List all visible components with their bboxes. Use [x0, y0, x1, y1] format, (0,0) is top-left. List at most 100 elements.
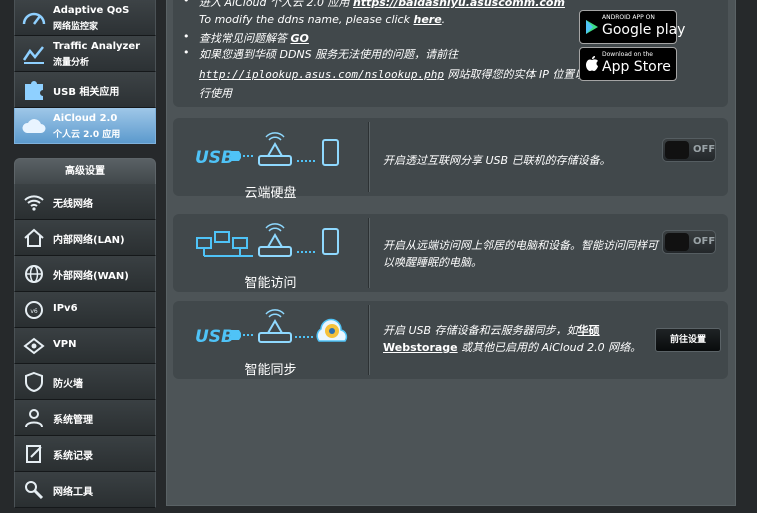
- info-line-1: 进入 AiCloud 个人云 2.0 应用 https://baidashiyu…: [199, 0, 565, 10]
- iplookup-link[interactable]: http://iplookup.asus.com/nslookup.php: [199, 68, 444, 81]
- menu-item-title: Adaptive QoS: [53, 5, 130, 16]
- info-line-3: 查找常见问题解答 GO: [199, 30, 309, 46]
- faq-go-link[interactable]: GO: [291, 32, 309, 45]
- store-small-text: Download on the: [602, 51, 653, 58]
- menu-item-subtitle: 个人云 2.0 应用: [53, 130, 121, 140]
- store-small-text: ANDROID APP ON: [602, 14, 655, 21]
- toggle-knob: [665, 233, 689, 251]
- menu-item-label: 外部网络(WAN): [53, 271, 129, 282]
- home-icon: [24, 228, 44, 247]
- log-icon: [26, 445, 42, 463]
- bullet: •: [183, 46, 190, 59]
- webstorage-link[interactable]: Webstorage: [383, 341, 458, 354]
- top-menu: Adaptive QoS 网络监控家 Traffic Analyzer 流量分析…: [14, 0, 156, 144]
- divider: [368, 122, 370, 192]
- here-link[interactable]: here: [413, 13, 441, 26]
- wifi-icon: [24, 195, 44, 211]
- menu-item-network-tools[interactable]: 网络工具: [14, 472, 156, 508]
- menu-item-label: 系统管理: [53, 415, 93, 426]
- shield-icon: [25, 371, 43, 393]
- description-line: 以唤醒睡眠的电脑。: [383, 256, 482, 269]
- app-store-button[interactable]: Download on the App Store: [579, 47, 677, 81]
- menu-item-label: 防火墙: [53, 379, 83, 390]
- toggle-label: OFF: [693, 144, 716, 155]
- feature-name: 云端硬盘: [244, 186, 297, 201]
- google-play-button[interactable]: ANDROID APP ON Google play: [579, 10, 685, 44]
- menu-item-title: AiCloud 2.0: [53, 113, 118, 124]
- google-play-icon: [586, 20, 598, 34]
- description-line: 开启 USB 存储设备和云服务器同步，如华硕: [383, 322, 641, 339]
- menu-item-label: 无线网络: [53, 199, 93, 210]
- apple-icon: [586, 56, 598, 71]
- menu-item-usb-apps[interactable]: USB 相关应用: [14, 72, 156, 108]
- main-panel: • 进入 AiCloud 个人云 2.0 应用 https://baidashi…: [166, 0, 736, 506]
- menu-item-vpn[interactable]: VPN: [14, 328, 156, 364]
- sidebar: Adaptive QoS 网络监控家 Traffic Analyzer 流量分析…: [14, 0, 156, 513]
- divider: [368, 218, 370, 288]
- feature-description: 开启从远端访问网上邻居的电脑和设备。智能访问同样可 以唤醒睡眠的电脑。: [383, 237, 658, 271]
- svg-text:v6: v6: [30, 308, 38, 315]
- feature-name: 智能同步: [244, 363, 297, 378]
- menu-item-subtitle: 网络监控家: [53, 22, 99, 32]
- globe-icon: [25, 265, 43, 283]
- menu-item-title: Traffic Analyzer: [53, 41, 141, 52]
- menu-item-label: 内部网络(LAN): [53, 235, 125, 246]
- speedometer-icon: [22, 12, 46, 25]
- description-line: 开启从远端访问网上邻居的电脑和设备。智能访问同样可: [383, 239, 658, 252]
- feature-smart-access: 智能访问 开启从远端访问网上邻居的电脑和设备。智能访问同样可 以唤醒睡眠的电脑。…: [173, 214, 728, 292]
- description-line: 开启透过互联网分享 USB 已联机的存储设备。: [383, 154, 611, 167]
- toggle-knob: [665, 141, 689, 159]
- info-line-4: 如果您遇到华硕 DDNS 服务无法使用的问题，请前往: [199, 46, 458, 62]
- aicloud-url-link[interactable]: https://baidashiyu.asuscomm.com: [353, 0, 565, 9]
- menu-item-label: IPv6: [53, 303, 78, 314]
- info-line-2: To modify the ddns name, please click he…: [199, 13, 445, 26]
- go-to-settings-button[interactable]: 前往设置: [655, 328, 721, 352]
- cloud-disk-toggle[interactable]: OFF: [662, 138, 716, 162]
- asus-link[interactable]: 华硕: [578, 324, 600, 337]
- info-text: .: [441, 13, 446, 26]
- description-text: 或其他已启用的 AiCloud 2.0 网络。: [461, 341, 642, 354]
- smart-access-toggle[interactable]: OFF: [662, 230, 716, 254]
- description-text: 开启 USB 存储设备和云服务器同步，如: [383, 324, 578, 337]
- divider: [368, 305, 370, 375]
- store-big-text: Google play: [602, 22, 686, 38]
- toggle-label: OFF: [693, 236, 716, 247]
- store-big-text: App Store: [602, 59, 671, 75]
- info-line-6: 行使用: [199, 85, 232, 101]
- ipv6-icon: v6: [25, 301, 43, 319]
- feature-description: 开启 USB 存储设备和云服务器同步，如华硕 Webstorage 或其他已启用…: [383, 322, 641, 356]
- bullet: •: [183, 30, 190, 43]
- menu-item-wan[interactable]: 外部网络(WAN): [14, 256, 156, 292]
- menu-item-wireless[interactable]: 无线网络: [14, 184, 156, 220]
- menu-item-traffic-analyzer[interactable]: Traffic Analyzer 流量分析: [14, 36, 156, 72]
- menu-item-administration[interactable]: 系统管理: [14, 400, 156, 436]
- feature-cloud-disk: USB 云端硬盘 开启透过互联网分享 USB 已联机的存储设备。 OFF: [173, 118, 728, 201]
- menu-item-label: 网络工具: [53, 487, 93, 498]
- menu-item-firewall[interactable]: 防火墙: [14, 364, 156, 400]
- feature-description: 开启透过互联网分享 USB 已联机的存储设备。: [383, 152, 611, 169]
- chart-icon: [22, 46, 44, 64]
- menu-item-label: VPN: [53, 339, 77, 350]
- user-icon: [25, 409, 43, 428]
- vpn-icon: [23, 337, 45, 355]
- menu-item-aicloud[interactable]: AiCloud 2.0 个人云 2.0 应用: [14, 108, 156, 144]
- menu-item-subtitle: 流量分析: [53, 58, 90, 68]
- info-text: 如果您遇到华硕 DDNS 服务无法使用的问题，请前往: [199, 48, 459, 61]
- feature-name: 智能访问: [244, 276, 297, 291]
- info-box: • 进入 AiCloud 个人云 2.0 应用 https://baidashi…: [173, 0, 728, 107]
- info-text: 网站取得您的实体 IP 位置以进: [447, 68, 597, 81]
- menu-item-label: 系统记录: [53, 451, 93, 462]
- menu-item-lan[interactable]: 内部网络(LAN): [14, 220, 156, 256]
- svg-text:USB: USB: [195, 148, 234, 168]
- cloud-icon: [22, 119, 46, 133]
- menu-item-title: USB 相关应用: [53, 87, 120, 98]
- info-text: To modify the ddns name, please click: [199, 13, 410, 26]
- info-text: 行使用: [199, 87, 232, 100]
- menu-item-ipv6[interactable]: v6 IPv6: [14, 292, 156, 328]
- feature-smart-sync: USB 智能同步 开启 USB 存储设备和云服务器同步，如华硕 Webstora…: [173, 301, 728, 379]
- menu-item-adaptive-qos[interactable]: Adaptive QoS 网络监控家: [14, 0, 156, 36]
- bullet: •: [183, 0, 190, 7]
- info-text: 进入 AiCloud 个人云 2.0 应用: [199, 0, 350, 9]
- puzzle-icon: [25, 81, 43, 100]
- menu-item-system-log[interactable]: 系统记录: [14, 436, 156, 472]
